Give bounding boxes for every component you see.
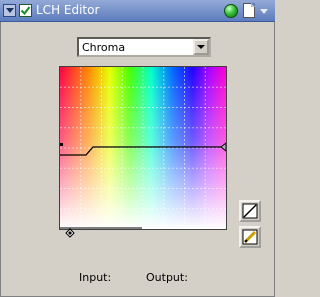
check-icon [20, 6, 31, 16]
diamond-marker-icon[interactable] [65, 228, 75, 238]
reset-curve-button[interactable] [239, 200, 261, 222]
linear-curve-icon [242, 203, 258, 219]
left-curve-handle[interactable] [60, 143, 63, 146]
mode-dropdown[interactable]: Chroma [77, 37, 211, 57]
input-label: Input: [79, 271, 112, 284]
draw-curve-button[interactable] [239, 226, 261, 248]
chevron-down-icon[interactable] [193, 39, 209, 55]
curve-graph[interactable] [59, 66, 227, 230]
status-led-icon[interactable] [224, 4, 238, 18]
document-icon[interactable] [243, 3, 255, 18]
title-bar: LCH Editor [0, 0, 275, 22]
enable-checkbox[interactable] [19, 4, 32, 17]
menu-arrow-icon[interactable] [259, 6, 269, 16]
output-label: Output: [146, 271, 188, 284]
mode-dropdown-value: Chroma [82, 41, 126, 54]
pencil-icon [242, 229, 258, 245]
editor-panel: Chroma Input: Output: [0, 22, 275, 297]
curve-canvas[interactable] [60, 67, 226, 229]
collapse-icon[interactable] [3, 4, 16, 17]
window-title: LCH Editor [36, 3, 100, 17]
